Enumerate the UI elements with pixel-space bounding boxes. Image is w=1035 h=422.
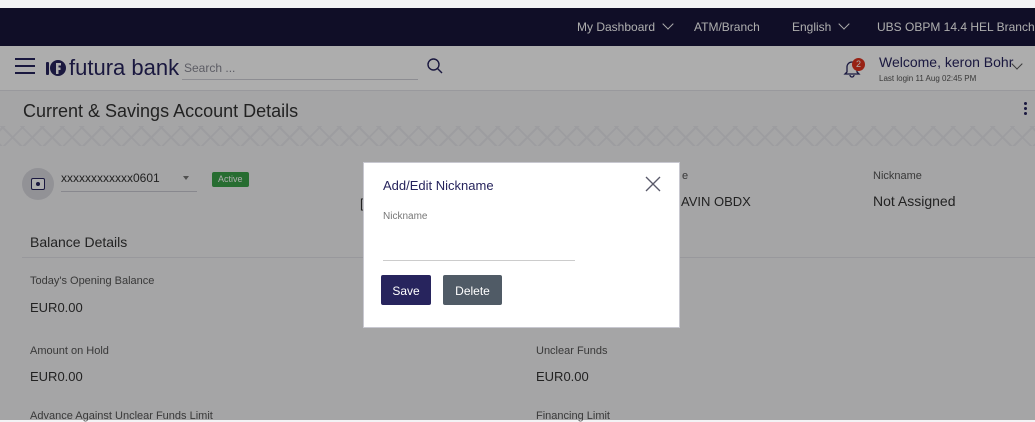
save-button[interactable]: Save [381,275,431,305]
modal-title: Add/Edit Nickname [383,178,494,193]
close-icon[interactable] [645,176,661,192]
nickname-input[interactable] [383,238,575,261]
delete-button[interactable]: Delete [443,275,502,305]
nickname-field-label: Nickname [383,211,428,222]
nickname-modal: Add/Edit Nickname Nickname Save Delete [363,162,680,328]
